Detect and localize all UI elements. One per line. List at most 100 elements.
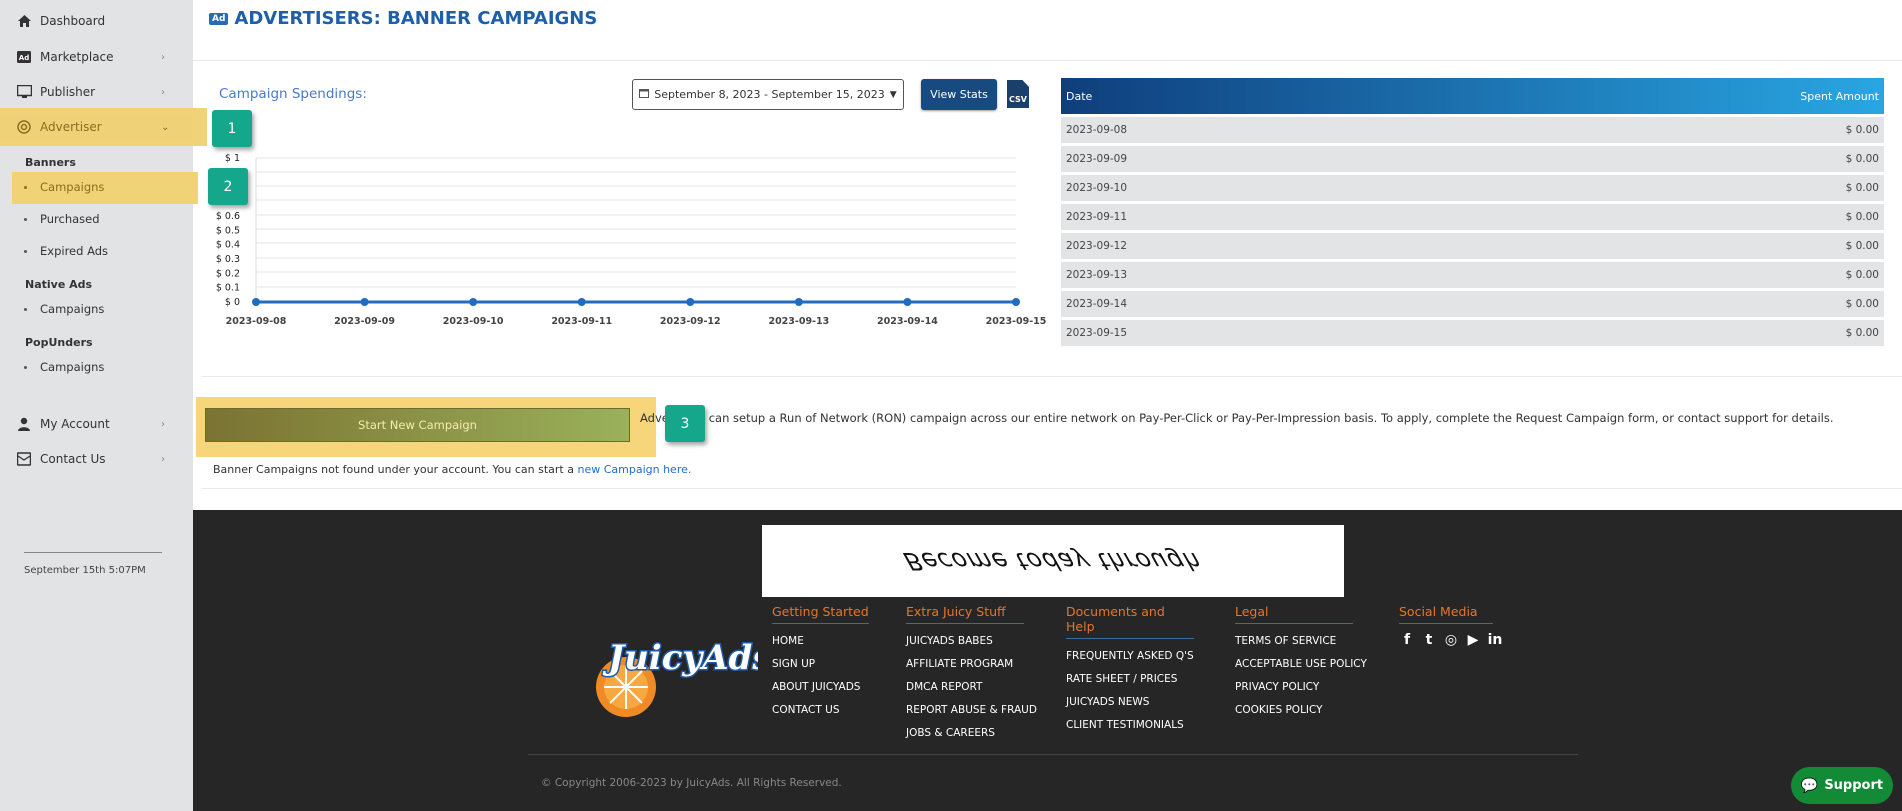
youtube-icon[interactable]: ▶	[1465, 632, 1481, 648]
copyright-text: © Copyright 2006-2023 by JuicyAds. All R…	[541, 777, 842, 789]
facebook-icon[interactable]: f	[1399, 632, 1415, 648]
group-title-banners: Banners	[25, 156, 76, 169]
footer-link-jobs[interactable]: JOBS & CAREERS	[906, 722, 1037, 745]
footer-link-contact[interactable]: CONTACT US	[772, 699, 869, 722]
chevron-right-icon: ›	[161, 453, 165, 465]
sidebar-item-popunder-campaigns[interactable]: Campaigns	[24, 360, 104, 374]
table-cell-amount: $ 0.00	[1845, 269, 1879, 281]
table-cell-date: 2023-09-12	[1066, 240, 1128, 252]
chart-x-tick-label: 2023-09-08	[226, 316, 287, 327]
chart-data-point	[577, 298, 586, 306]
chart-data-point	[903, 298, 912, 306]
sidebar-item-banner-campaigns[interactable]: Campaigns	[24, 180, 104, 194]
table-row: 2023-09-15 $ 0.00	[1061, 320, 1884, 346]
view-stats-button[interactable]: View Stats	[921, 79, 997, 110]
new-campaign-link[interactable]: new Campaign here.	[577, 463, 691, 476]
footer-link-rates[interactable]: RATE SHEET / PRICES	[1066, 668, 1194, 691]
csv-download-icon[interactable]: CSV	[1007, 80, 1029, 108]
table-row: 2023-09-09 $ 0.00	[1061, 146, 1884, 172]
campaign-spendings-chart: $ 0 $ 0.1 $ 0.2 $ 0.3 $ 0.4 $ 0.5 $ 0.6 $ 1 2023…	[216, 153, 1047, 327]
page-title: Ad ADVERTISERS: BANNER CAMPAIGNS	[209, 8, 597, 29]
chart-y-tick-label: $ 0.4	[216, 240, 240, 251]
sidebar-item-banner-expired[interactable]: Expired Ads	[24, 244, 108, 258]
sidebar-item-dashboard[interactable]: Dashboard	[0, 8, 193, 34]
table-cell-date: 2023-09-13	[1066, 269, 1128, 281]
footer-link-home[interactable]: HOME	[772, 630, 869, 653]
table-cell-amount: $ 0.00	[1845, 153, 1879, 165]
footer-link-privacy[interactable]: PRIVACY POLICY	[1235, 676, 1367, 699]
chevron-right-icon: ›	[161, 86, 165, 98]
footer-link-affiliate[interactable]: AFFILIATE PROGRAM	[906, 653, 1037, 676]
chart-x-tick-label: 2023-09-11	[551, 316, 612, 327]
calendar-icon	[639, 88, 650, 101]
footer-col-legal: Legal TERMS OF SERVICE ACCEPTABLE USE PO…	[1235, 604, 1367, 722]
svg-text:Ad: Ad	[19, 54, 29, 62]
step-badge-2: 2	[208, 168, 248, 205]
table-cell-amount: $ 0.00	[1845, 211, 1879, 223]
chart-y-tick-label: $ 0	[225, 297, 240, 308]
sidebar-item-contact-us[interactable]: Contact Us ›	[0, 446, 193, 472]
footer-link-cookies[interactable]: COOKIES POLICY	[1235, 699, 1367, 722]
table-cell-amount: $ 0.00	[1845, 298, 1879, 310]
chart-data-point	[1012, 298, 1020, 306]
chat-bubble-icon: 💬	[1800, 777, 1819, 794]
banner-text: Become today through	[900, 547, 1206, 575]
group-title-popunders: PopUnders	[25, 336, 93, 349]
footer-link-about[interactable]: ABOUT JUICYADS	[772, 676, 869, 699]
spent-amount-column-header: Spent Amount	[1800, 89, 1879, 103]
chart-data-point	[360, 298, 369, 306]
ad-badge-icon: Ad	[209, 12, 229, 25]
date-range-picker[interactable]: September 8, 2023 - September 15, 2023 ▼	[632, 79, 904, 110]
linkedin-icon[interactable]: in	[1487, 632, 1503, 648]
sidebar-item-advertiser[interactable]: Advertiser ⌄	[0, 114, 193, 140]
footer-banner[interactable]: Become today through	[762, 525, 1344, 597]
group-title-native: Native Ads	[25, 278, 93, 291]
footer-link-news[interactable]: JUICYADS NEWS	[1066, 691, 1194, 714]
support-button[interactable]: 💬 Support	[1791, 767, 1893, 804]
chevron-right-icon: ›	[161, 418, 165, 430]
table-cell-amount: $ 0.00	[1845, 124, 1879, 136]
monitor-icon	[16, 84, 32, 100]
sidebar-item-banner-purchased[interactable]: Purchased	[24, 212, 100, 226]
table-cell-date: 2023-09-08	[1066, 124, 1128, 136]
juicyads-logo: JuicyAds	[596, 637, 758, 717]
table-cell-amount: $ 0.00	[1845, 182, 1879, 194]
sidebar-item-label: Marketplace	[40, 50, 114, 64]
table-cell-date: 2023-09-14	[1066, 298, 1128, 310]
sidebar-item-label: Dashboard	[40, 14, 106, 28]
twitter-icon[interactable]: t	[1421, 632, 1437, 648]
sidebar-item-label: Advertiser	[40, 120, 102, 134]
chart-y-tick-label: $ 0.2	[216, 268, 240, 279]
ad-icon: Ad	[16, 49, 32, 65]
ron-info-text: Advertisers can setup a Run of Network (…	[640, 411, 1834, 425]
footer-link-aup[interactable]: ACCEPTABLE USE POLICY	[1235, 653, 1367, 676]
campaigns-not-found: Banner Campaigns not found under your ac…	[213, 463, 692, 476]
chart-data-point	[252, 298, 260, 306]
footer-link-signup[interactable]: SIGN UP	[772, 653, 869, 676]
table-cell-date: 2023-09-10	[1066, 182, 1128, 194]
sidebar-item-my-account[interactable]: My Account ›	[0, 411, 193, 437]
table-cell-amount: $ 0.00	[1845, 240, 1879, 252]
footer-link-dmca[interactable]: DMCA REPORT	[906, 676, 1037, 699]
sidebar-divider	[24, 552, 162, 553]
footer-link-babes[interactable]: JUICYADS BABES	[906, 630, 1037, 653]
start-new-campaign-button[interactable]: Start New Campaign	[205, 408, 630, 442]
sidebar-item-marketplace[interactable]: Ad Marketplace ›	[0, 44, 193, 70]
step-badge-3: 3	[665, 405, 705, 442]
sidebar-item-native-campaigns[interactable]: Campaigns	[24, 302, 104, 316]
sidebar-item-publisher[interactable]: Publisher ›	[0, 79, 193, 105]
footer-link-faq[interactable]: FREQUENTLY ASKED Q'S	[1066, 645, 1194, 668]
table-header: Date Spent Amount	[1061, 78, 1884, 114]
page-title-text: ADVERTISERS: BANNER CAMPAIGNS	[234, 8, 598, 29]
footer-link-tos[interactable]: TERMS OF SERVICE	[1235, 630, 1367, 653]
instagram-icon[interactable]: ◎	[1443, 632, 1459, 648]
table-row: 2023-09-13 $ 0.00	[1061, 262, 1884, 288]
chart-x-tick-label: 2023-09-13	[768, 316, 829, 327]
user-icon	[16, 416, 32, 432]
footer-link-testimonials[interactable]: CLIENT TESTIMONIALS	[1066, 714, 1194, 737]
logo-text: JuicyAds	[602, 638, 758, 678]
chart-y-tick-label: $ 0.6	[216, 211, 240, 222]
chart-y-tick-label: $ 0.3	[216, 254, 240, 265]
footer-col-getting-started: Getting Started HOME SIGN UP ABOUT JUICY…	[772, 604, 869, 722]
footer-link-abuse[interactable]: REPORT ABUSE & FRAUD	[906, 699, 1037, 722]
